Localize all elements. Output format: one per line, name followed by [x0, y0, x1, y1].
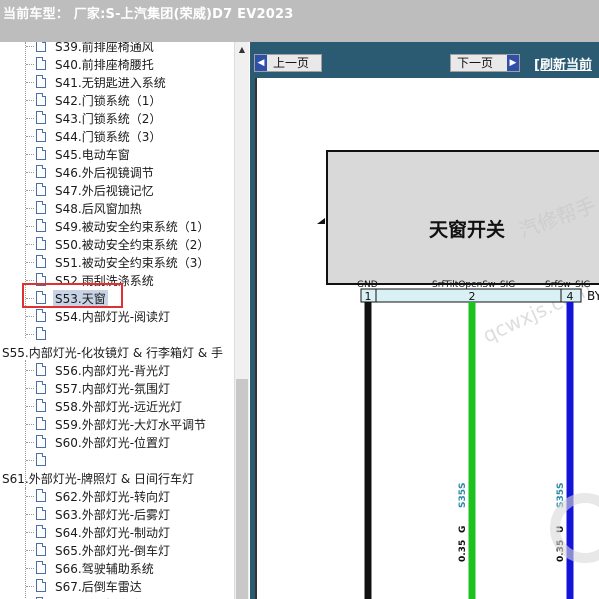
tree-node-label: S60.外部灯光-位置灯 — [55, 436, 171, 450]
document-icon — [36, 255, 46, 268]
document-icon — [36, 201, 46, 214]
document-icon — [36, 111, 46, 124]
selection-highlight-box — [22, 283, 123, 308]
tree-node-label: S67.后倒车雷达 — [55, 580, 142, 594]
tree-guide-line — [25, 488, 26, 599]
tree-node-label: S46.外后视镜调节 — [55, 166, 154, 180]
document-icon — [36, 75, 46, 88]
tree-scrollbar[interactable]: ▲ — [234, 42, 249, 599]
document-icon — [36, 219, 46, 232]
refresh-link[interactable]: [刷新当前 — [534, 54, 592, 73]
tree-node-label: S40.前排座椅腰托 — [55, 58, 154, 72]
prev-page-label: 上一页 — [273, 56, 310, 70]
wire-color-code: G — [458, 526, 468, 533]
document-icon — [36, 561, 46, 574]
title-bar: 当前车型： 厂家:S-上汽集团(荣威)D7 EV2023 — [0, 0, 599, 42]
prev-page-button[interactable]: ◀ 上一页 — [254, 54, 322, 72]
tree-node-label: S49.被动安全约束系统（1） — [55, 220, 210, 234]
component-name: 天窗开关 — [429, 218, 505, 241]
wire-circuit: S35S — [458, 483, 468, 509]
tree-node-label: S47.外后视镜记忆 — [55, 184, 154, 198]
tree-node-label: S41.无钥匙进入系统 — [55, 76, 166, 90]
document-icon — [36, 435, 46, 448]
wiring-diagram: 天窗开关 汽修帮手 qcwxjs.com GND SrfTiltOpenSw_S… — [317, 150, 599, 599]
wiring-diagram-page: 天窗开关 汽修帮手 qcwxjs.com GND SrfTiltOpenSw_S… — [255, 78, 599, 599]
tree-node-label: S58.外部灯光-远近光灯 — [55, 400, 183, 414]
document-icon — [36, 183, 46, 196]
document-icon — [36, 147, 46, 160]
tree-node-label: S59.外部灯光-大灯水平调节 — [55, 418, 207, 432]
document-icon — [36, 399, 46, 412]
component-break-mark — [317, 218, 325, 224]
document-icon — [36, 93, 46, 106]
document-icon — [36, 363, 46, 376]
tree-node-label: S50.被动安全约束系统（2） — [55, 238, 210, 252]
document-icon — [36, 42, 46, 52]
document-icon — [36, 165, 46, 178]
arrow-right-icon: ▶ — [507, 55, 519, 71]
tree-node-label: S39.前排座椅通风 — [55, 42, 154, 54]
next-page-button[interactable]: 下一页 ▶ — [450, 54, 520, 72]
tree-node-label: S45.电动车窗 — [55, 148, 130, 162]
arrow-left-icon: ◀ — [255, 55, 267, 71]
scroll-up-arrow-icon[interactable]: ▲ — [235, 42, 249, 58]
next-page-label: 下一页 — [457, 56, 494, 70]
tree-node-label: S65.外部灯光-倒车灯 — [55, 544, 171, 558]
document-viewer: ◀ 上一页 下一页 ▶ [刷新当前 天窗开关 汽修帮手 qcwxjs.com G… — [250, 42, 599, 599]
pin-number: 2 — [469, 290, 476, 303]
tree-node-label: S63.外部灯光-后雾灯 — [55, 508, 171, 522]
document-icon — [36, 57, 46, 70]
scroll-thumb[interactable] — [236, 379, 248, 599]
tree-node-label: S43.门锁系统（2） — [55, 112, 162, 126]
document-icon — [36, 507, 46, 520]
tree-node-label: S56.内部灯光-背光灯 — [55, 364, 171, 378]
tree-node-label: S42.门锁系统（1） — [55, 94, 162, 108]
document-icon — [36, 453, 46, 466]
tree-node-label: S44.门锁系统（3） — [55, 130, 162, 144]
tree-node-label: S54.内部灯光-阅读灯 — [55, 310, 171, 324]
connector-tag: BY — [587, 289, 599, 303]
document-icon — [36, 237, 46, 250]
document-icon — [36, 417, 46, 430]
pin-number: 1 — [365, 290, 372, 303]
tree-node-label: S61.外部灯光-牌照灯 & 日间行车灯 — [2, 472, 195, 486]
vehicle-title: 当前车型： 厂家:S-上汽集团(荣威)D7 EV2023 — [3, 7, 294, 22]
wire-gauge: 0.35 — [458, 540, 468, 562]
document-icon — [36, 543, 46, 556]
document-icon — [36, 381, 46, 394]
viewer-toolbar: ◀ 上一页 下一页 ▶ [刷新当前 — [250, 42, 599, 80]
pin-number: 4 — [567, 290, 574, 303]
tree-node-label: S51.被动安全约束系统（3） — [55, 256, 210, 270]
document-icon — [36, 309, 46, 322]
tree-panel: S39.前排座椅通风 S40.前排座椅腰托 S41.无钥匙进入系统 S42.门锁系统（… — [0, 42, 234, 599]
document-icon — [36, 525, 46, 538]
tree-node-label: S66.驾驶辅助系统 — [55, 562, 154, 576]
document-icon — [36, 129, 46, 142]
tree-node-label: S62.外部灯光-转向灯 — [55, 490, 171, 504]
document-icon — [36, 327, 46, 340]
tree-node-label: S55.内部灯光-化妆镜灯 & 行李箱灯 & 手 — [2, 346, 224, 360]
tree-node-label: S57.内部灯光-氛围灯 — [55, 382, 171, 396]
document-icon — [36, 489, 46, 502]
tree-node-label: S48.后风窗加热 — [55, 202, 142, 216]
document-icon — [36, 579, 46, 592]
tree-node-label: S64.外部灯光-制动灯 — [55, 526, 171, 540]
